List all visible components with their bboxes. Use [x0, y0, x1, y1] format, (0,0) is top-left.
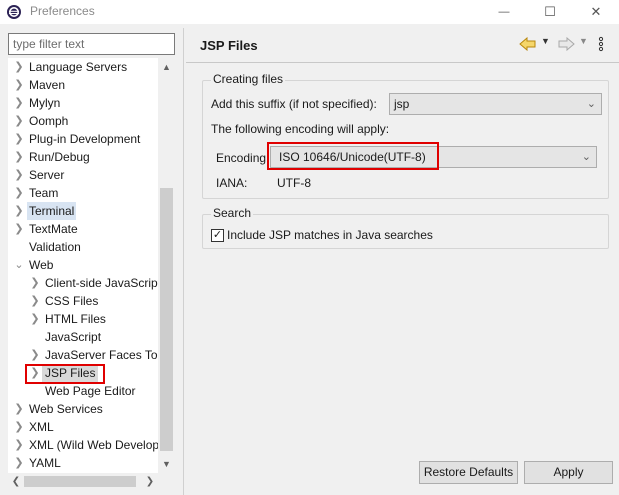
tree-item-label: JavaServer Faces Tools [45, 348, 173, 362]
chevron-down-icon: ⌄ [581, 151, 591, 163]
tree-item-label: YAML [29, 456, 61, 470]
close-icon: ✕ [590, 4, 602, 19]
collapse-chevron-icon[interactable]: ⌄ [14, 256, 24, 274]
tree-item-label: Language Servers [29, 60, 128, 74]
tree-item-label: TextMate [29, 222, 78, 236]
expand-chevron-icon[interactable]: ❯ [14, 76, 24, 94]
scroll-up-icon[interactable]: ▲ [158, 60, 175, 74]
minimize-button[interactable]: — [481, 0, 527, 24]
expand-chevron-icon[interactable]: ❯ [14, 58, 24, 76]
tree-item-label: Web Page Editor [45, 384, 136, 398]
iana-label: IANA: [216, 176, 248, 190]
tree-item-label: Client-side JavaScript [45, 276, 162, 290]
tree-item-label: Mylyn [29, 96, 61, 110]
apply-button[interactable]: Apply [524, 461, 613, 484]
expand-chevron-icon[interactable]: ❯ [30, 346, 40, 364]
title-bar: Preferences — ☐ ✕ [0, 0, 619, 24]
tree-item-label: Run/Debug [29, 150, 90, 164]
expand-chevron-icon[interactable]: ❯ [14, 130, 24, 148]
tree-item-label: XML (Wild Web Developer) [29, 438, 174, 452]
page-title: JSP Files [200, 38, 258, 53]
jsp-files-highlight-box [25, 364, 105, 384]
view-menu-icon[interactable] [598, 36, 604, 52]
preferences-tree: ❯ Language Servers ❯ Maven ❯ Mylyn ❯ Oom… [8, 58, 175, 473]
forward-dropdown-icon[interactable]: ▼ [579, 36, 588, 46]
pane-divider[interactable] [183, 28, 184, 495]
forward-arrow-icon[interactable] [557, 37, 575, 51]
expand-chevron-icon[interactable]: ❯ [30, 292, 40, 310]
scroll-down-icon[interactable]: ▼ [158, 457, 175, 471]
expand-chevron-icon[interactable]: ❯ [14, 454, 24, 472]
expand-chevron-icon[interactable]: ❯ [14, 112, 24, 130]
tree-item-label: Oomph [29, 114, 69, 128]
expand-chevron-icon[interactable]: ❯ [14, 94, 24, 112]
window-title: Preferences [30, 4, 95, 18]
filter-placeholder: type filter text [13, 37, 85, 51]
expand-chevron-icon[interactable]: ❯ [14, 418, 24, 436]
vertical-scroll-thumb[interactable] [160, 188, 173, 451]
include-jsp-checkbox[interactable]: ✓ [211, 229, 224, 242]
filter-input[interactable]: type filter text [8, 33, 175, 55]
tree-item-label: Plug-in Development [29, 132, 141, 146]
tree-vertical-scrollbar[interactable]: ▲ ▼ [158, 58, 175, 473]
suffix-combo[interactable]: jsp ⌄ [389, 93, 602, 115]
restore-defaults-button[interactable]: Restore Defaults [419, 461, 518, 484]
expand-chevron-icon[interactable]: ❯ [14, 166, 24, 184]
tree-item-label: Validation [29, 240, 81, 254]
horizontal-scroll-thumb[interactable] [24, 476, 136, 487]
back-arrow-icon[interactable] [519, 37, 537, 51]
expand-chevron-icon[interactable]: ❯ [14, 202, 24, 220]
expand-chevron-icon[interactable]: ❯ [30, 310, 40, 328]
expand-chevron-icon[interactable]: ❯ [14, 220, 24, 238]
tree-item-label: HTML Files [45, 312, 106, 326]
expand-chevron-icon[interactable]: ❯ [14, 400, 24, 418]
tree-item-label: Web [29, 258, 54, 272]
expand-chevron-icon[interactable]: ❯ [14, 184, 24, 202]
checkmark-icon: ✓ [212, 229, 223, 241]
tree-item-label: JavaScript [45, 330, 102, 344]
suffix-label: Add this suffix (if not specified): [211, 97, 377, 111]
suffix-value: jsp [394, 97, 410, 111]
expand-chevron-icon[interactable]: ❯ [30, 274, 40, 292]
encoding-note: The following encoding will apply: [211, 122, 390, 136]
creating-files-group-label: Creating files [211, 72, 286, 86]
tree-item-label: CSS Files [45, 294, 99, 308]
minimize-icon: — [498, 6, 510, 18]
expand-chevron-icon[interactable]: ❯ [14, 436, 24, 454]
page-header: JSP Files ▼ ▼ [186, 28, 619, 62]
tree-item-label: XML [29, 420, 54, 434]
close-button[interactable]: ✕ [573, 0, 619, 24]
search-group-label: Search [211, 206, 254, 220]
scroll-left-icon[interactable]: ❮ [8, 473, 24, 490]
maximize-button[interactable]: ☐ [527, 0, 573, 24]
expand-chevron-icon[interactable]: ❯ [14, 148, 24, 166]
scroll-right-icon[interactable]: ❯ [142, 473, 158, 490]
tree-item-label: Web Services [29, 402, 103, 416]
encoding-highlight-box [267, 142, 439, 170]
tree-item-label: Server [29, 168, 65, 182]
include-jsp-label: Include JSP matches in Java searches [227, 228, 433, 242]
tree-item-label: Team [29, 186, 59, 200]
eclipse-app-icon [7, 5, 21, 19]
iana-value: UTF-8 [277, 176, 311, 190]
tree-item-label: Terminal [27, 202, 77, 220]
header-separator [186, 62, 619, 63]
tree-item-label: Maven [29, 78, 66, 92]
back-dropdown-icon[interactable]: ▼ [541, 36, 550, 46]
encoding-label: Encoding: [216, 151, 270, 165]
chevron-down-icon: ⌄ [586, 98, 596, 110]
tree-horizontal-scrollbar[interactable]: ❮ ❯ [8, 473, 158, 490]
maximize-icon: ☐ [544, 4, 556, 19]
